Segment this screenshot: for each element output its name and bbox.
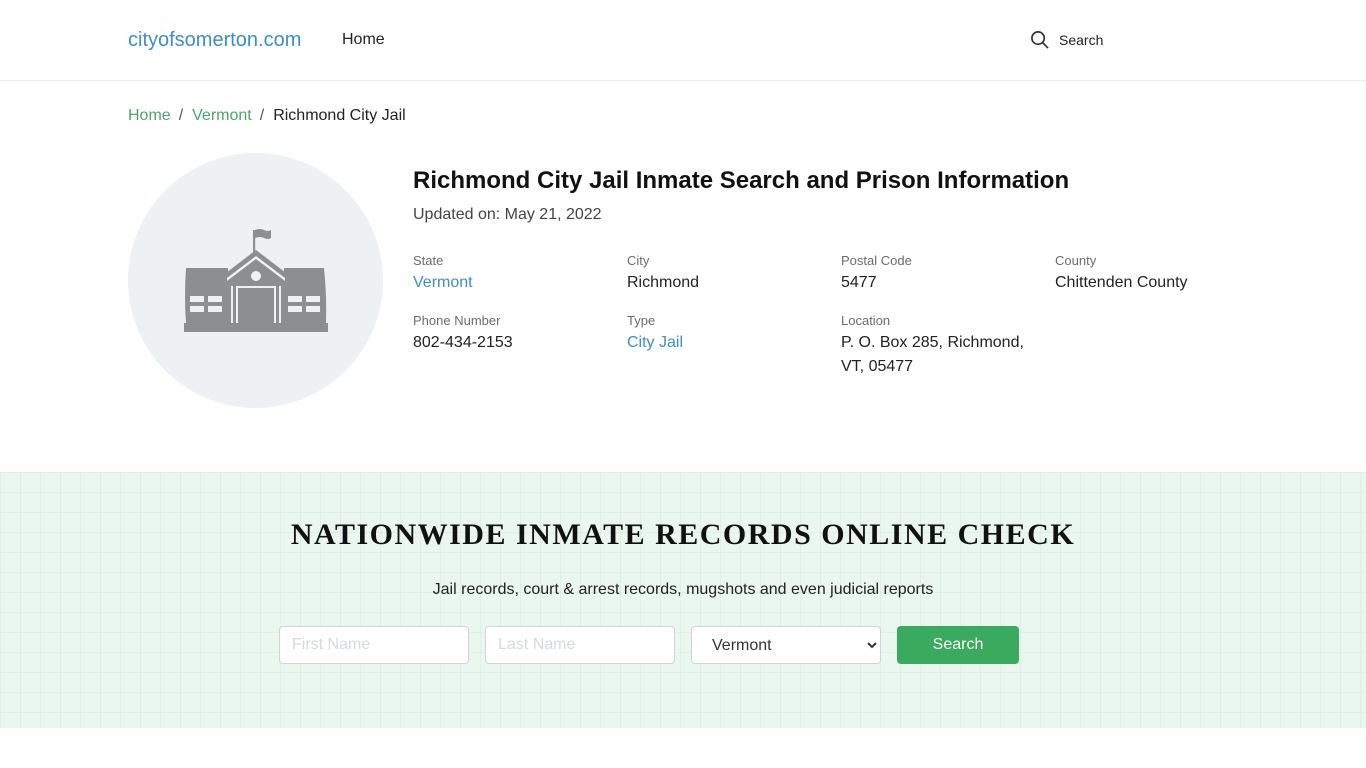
- site-logo-link[interactable]: cityofsomerton.com: [128, 29, 301, 52]
- last-name-input[interactable]: [485, 626, 675, 664]
- field-label: Type: [627, 313, 656, 328]
- field-value: 802-434-2153: [413, 334, 513, 351]
- header-search-label: Search: [1059, 31, 1104, 48]
- field-location: Location P. O. Box 285, Richmond, VT, 05…: [841, 313, 1036, 379]
- field-city: City Richmond: [627, 253, 827, 295]
- field-postal-code: Postal Code 5477: [841, 253, 1041, 295]
- inmate-search-banner: NATIONWIDE INMATE RECORDS ONLINE CHECK J…: [0, 472, 1366, 728]
- state-select[interactable]: Vermont: [691, 626, 881, 664]
- breadcrumb-separator: /: [178, 107, 184, 124]
- first-name-input[interactable]: [279, 626, 469, 664]
- field-state: State Vermont: [413, 253, 613, 295]
- breadcrumb-separator: /: [259, 107, 265, 124]
- field-label: Postal Code: [841, 253, 912, 268]
- field-value: P. O. Box 285, Richmond, VT, 05477: [841, 334, 1024, 375]
- facility-avatar: [128, 153, 383, 408]
- field-value: Chittenden County: [1055, 274, 1188, 291]
- header-search-button[interactable]: Search: [1030, 30, 1103, 49]
- search-icon: [1031, 31, 1049, 49]
- field-phone: Phone Number 802-434-2153: [413, 313, 613, 355]
- field-label: Phone Number: [413, 313, 501, 328]
- field-label: Location: [841, 313, 891, 328]
- field-type: Type City Jail: [627, 313, 827, 355]
- field-label: City: [627, 253, 650, 268]
- banner-title: NATIONWIDE INMATE RECORDS ONLINE CHECK: [290, 518, 1076, 551]
- field-value: Richmond: [627, 274, 700, 291]
- breadcrumb-home[interactable]: Home: [128, 107, 171, 125]
- field-county: County Chittenden County: [1055, 253, 1255, 295]
- banner-subtitle: Jail records, court & arrest records, mu…: [432, 581, 934, 598]
- type-link[interactable]: City Jail: [627, 331, 827, 355]
- breadcrumb-current: Richmond City Jail: [273, 107, 406, 124]
- field-value: 5477: [841, 274, 877, 291]
- search-button[interactable]: Search: [897, 626, 1019, 664]
- field-label: County: [1055, 253, 1097, 268]
- field-label: State: [413, 253, 444, 268]
- updated-date: Updated on: May 21, 2022: [413, 206, 602, 223]
- breadcrumb-vermont[interactable]: Vermont: [192, 107, 252, 125]
- site-header: cityofsomerton.com Home Search: [0, 0, 1366, 81]
- nav-home-link[interactable]: Home: [342, 31, 385, 49]
- page-title: Richmond City Jail Inmate Search and Pri…: [413, 167, 1070, 194]
- breadcrumb: Home / Vermont / Richmond City Jail: [128, 107, 406, 125]
- school-building-icon: [183, 229, 328, 332]
- inmate-search-form: Vermont Search: [279, 626, 1019, 664]
- state-link[interactable]: Vermont: [413, 271, 613, 295]
